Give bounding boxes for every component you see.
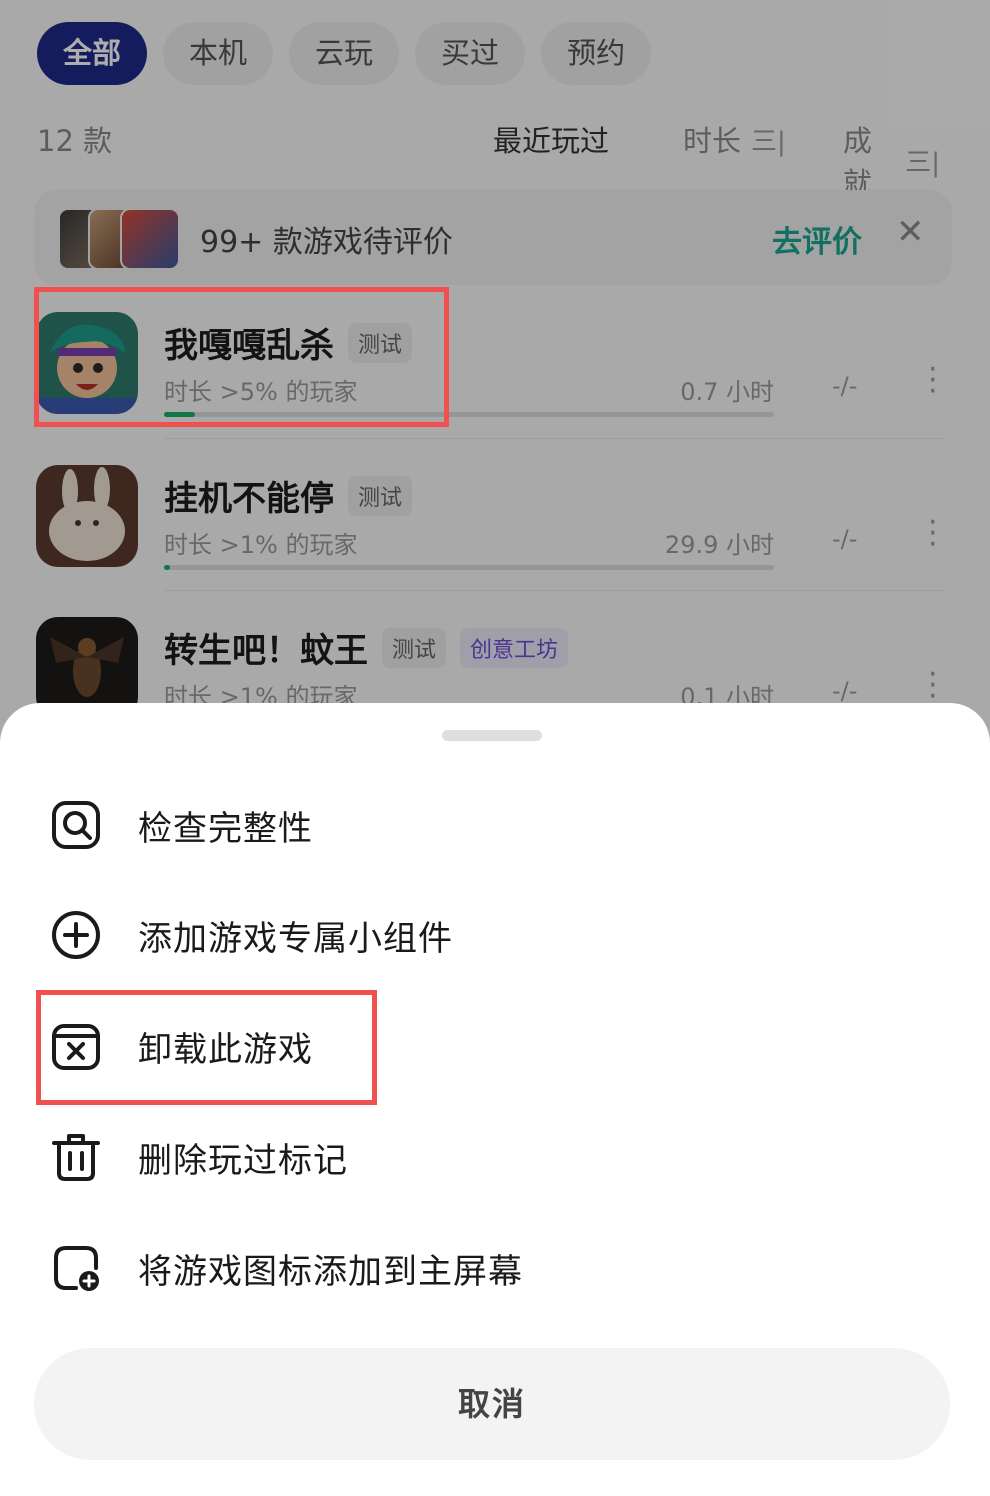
highlight-box <box>34 287 449 427</box>
cancel-button[interactable]: 取消 <box>34 1348 950 1460</box>
menu-add-to-home[interactable]: 将游戏图标添加到主屏幕 <box>50 1223 930 1313</box>
add-circle-icon <box>50 909 102 961</box>
drag-handle[interactable] <box>442 730 542 741</box>
menu-label: 删除玩过标记 <box>138 1140 348 1181</box>
highlight-box <box>36 990 377 1105</box>
menu-add-widget[interactable]: 添加游戏专属小组件 <box>50 890 930 980</box>
menu-label: 将游戏图标添加到主屏幕 <box>138 1251 523 1292</box>
menu-check-integrity[interactable]: 检查完整性 <box>50 780 930 870</box>
menu-label: 添加游戏专属小组件 <box>138 918 453 959</box>
add-to-home-icon <box>50 1242 102 1294</box>
trash-icon <box>50 1131 102 1183</box>
menu-delete-played[interactable]: 删除玩过标记 <box>50 1112 930 1202</box>
search-check-icon <box>50 799 102 851</box>
menu-label: 检查完整性 <box>138 808 313 849</box>
